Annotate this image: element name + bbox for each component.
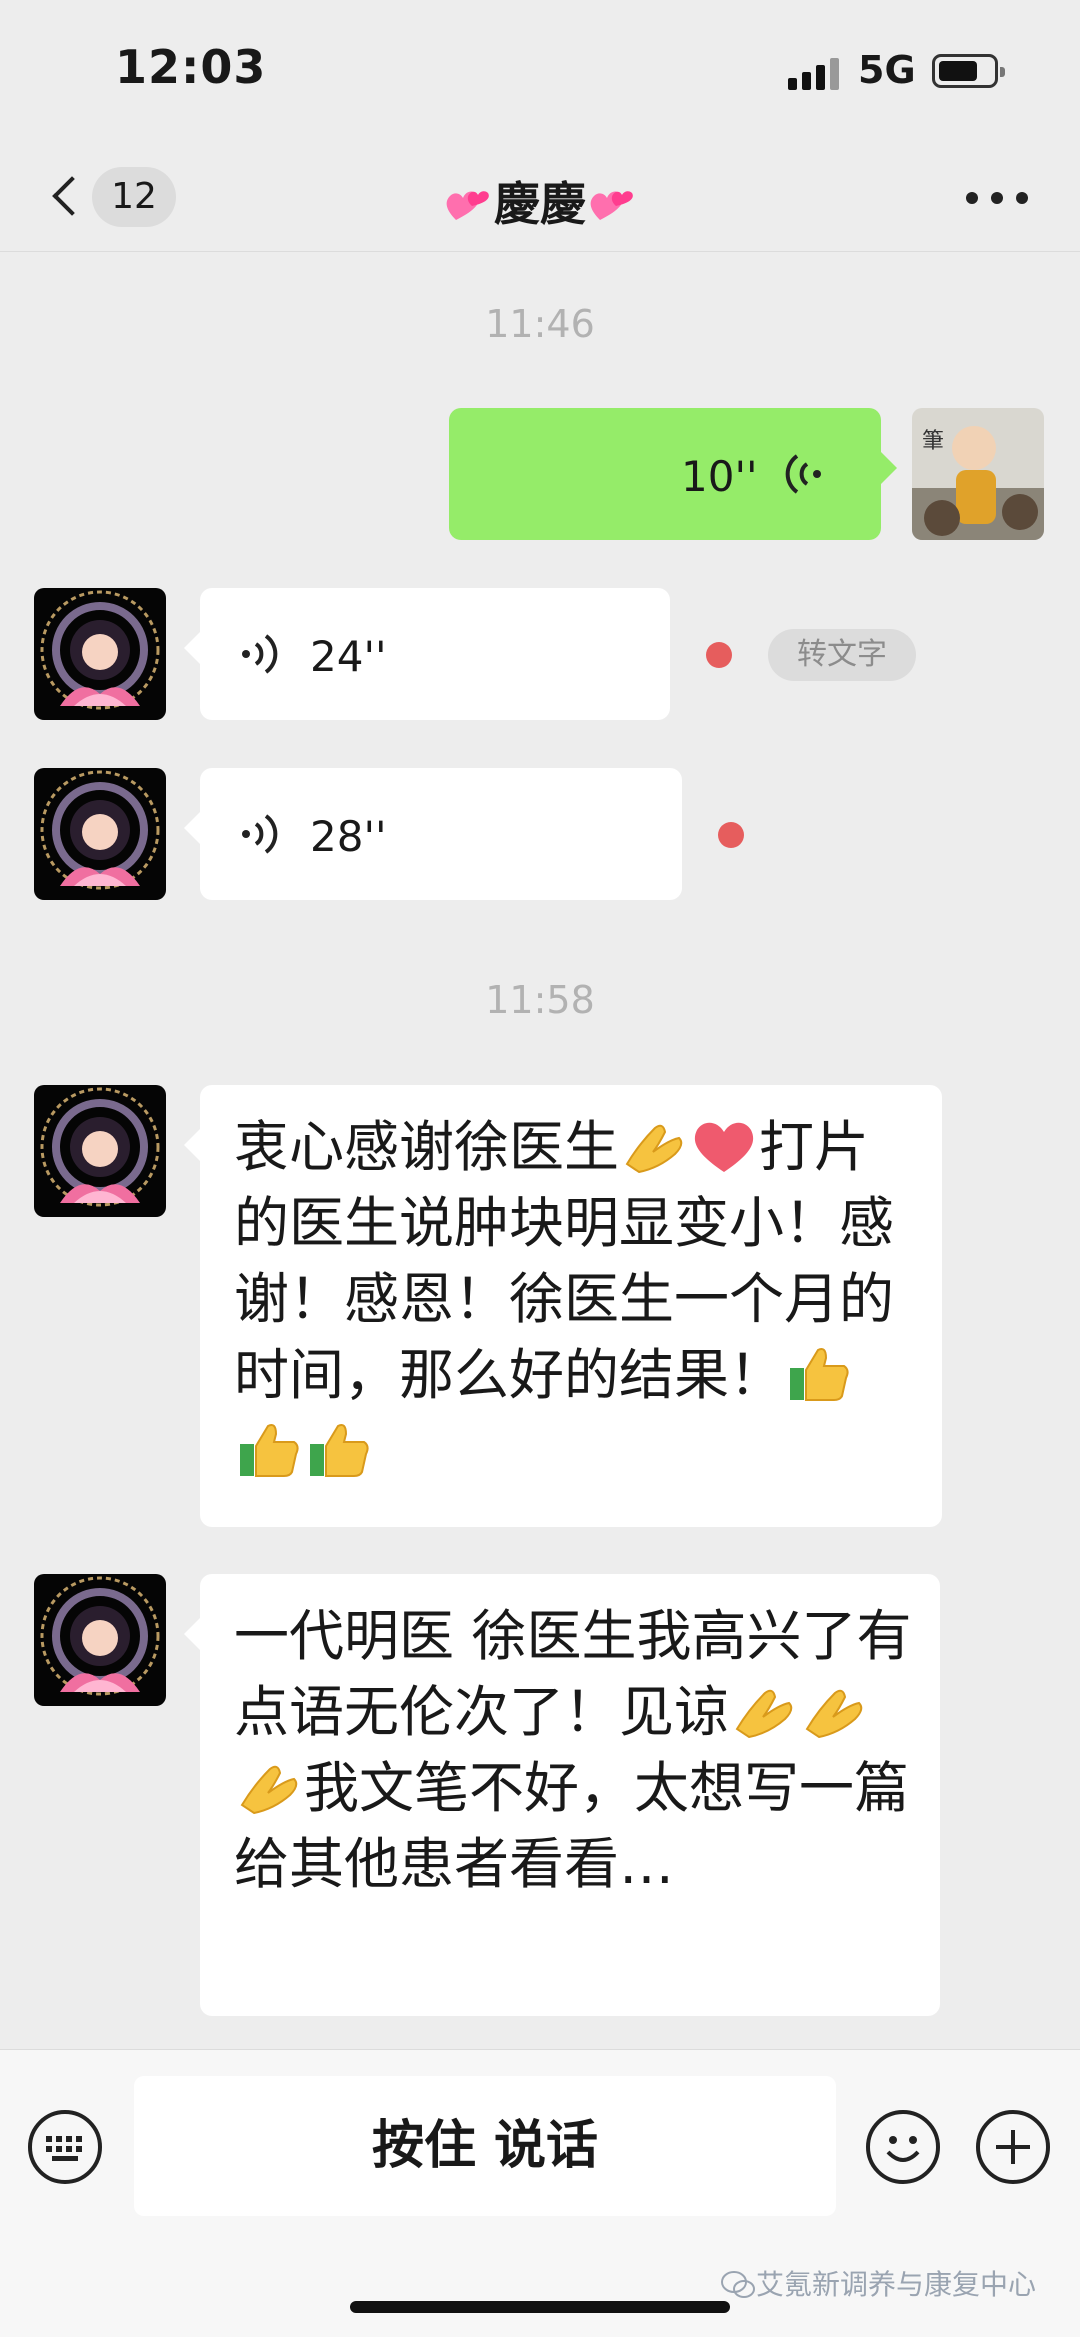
received-voice-message[interactable]: 28'' bbox=[184, 768, 682, 900]
thumbs-up-emoji-icon bbox=[310, 1424, 369, 1477]
voice-wave-icon bbox=[242, 634, 278, 674]
contact-avatar[interactable] bbox=[34, 768, 166, 900]
home-indicator bbox=[350, 2301, 730, 2313]
keyboard-icon[interactable] bbox=[28, 2110, 102, 2184]
battery-icon bbox=[932, 54, 1005, 88]
message-text: 衷心感谢徐医生 打片的医生说肿块明显变小！感谢！感恩！徐医生一个月的时间，那么好的… bbox=[234, 1109, 920, 1489]
network-type: 5G bbox=[858, 48, 916, 92]
chat-title: 慶慶 bbox=[0, 168, 1080, 234]
voice-wave-icon bbox=[785, 454, 821, 494]
svg-text:筆: 筆 bbox=[922, 429, 944, 454]
contact-avatar[interactable] bbox=[34, 1085, 166, 1217]
contact-avatar[interactable] bbox=[34, 588, 166, 720]
unplayed-dot bbox=[718, 822, 744, 848]
emoji-icon[interactable] bbox=[866, 2110, 940, 2184]
voice-wave-icon bbox=[242, 814, 278, 854]
watermark: 艾氪新调养与康复中心 bbox=[720, 2263, 1036, 2303]
voice-duration: 24'' bbox=[310, 632, 387, 681]
unplayed-dot bbox=[706, 642, 732, 668]
my-avatar[interactable]: 筆 bbox=[912, 408, 1044, 540]
status-bar: 12:03 5G bbox=[0, 0, 1080, 140]
received-text-message[interactable]: 一代明医 徐医生我高兴了有点语无伦次了！见谅我文笔不好，太想写一篇给其他患者看看… bbox=[184, 1574, 940, 2016]
message-text: 一代明医 徐医生我高兴了有点语无伦次了！见谅我文笔不好，太想写一篇给其他患者看看… bbox=[234, 1604, 912, 1896]
ok-hand-emoji-icon bbox=[805, 1689, 863, 1739]
thumbs-up-emoji-icon bbox=[790, 1348, 849, 1401]
status-time: 12:03 bbox=[115, 40, 267, 94]
voice-duration: 28'' bbox=[310, 812, 387, 861]
sparkling-heart-icon bbox=[590, 191, 633, 220]
received-voice-message[interactable]: 24'' bbox=[184, 588, 670, 720]
more-options-icon[interactable] bbox=[966, 186, 1028, 206]
sparkling-heart-icon bbox=[446, 191, 489, 220]
timestamp: 11:58 bbox=[485, 978, 595, 1022]
plus-icon[interactable] bbox=[976, 2110, 1050, 2184]
chat-title-text: 慶慶 bbox=[494, 177, 586, 231]
hold-to-talk-button[interactable]: 按住 说话 bbox=[134, 2076, 836, 2216]
chat-header: 12 慶慶 bbox=[0, 140, 1080, 252]
red-heart-emoji-icon bbox=[694, 1122, 754, 1172]
sent-voice-message[interactable]: 10'' bbox=[449, 408, 897, 540]
received-text-message[interactable]: 衷心感谢徐医生 打片的医生说肿块明显变小！感谢！感恩！徐医生一个月的时间，那么好的… bbox=[184, 1085, 942, 1527]
contact-avatar[interactable] bbox=[34, 1574, 166, 1706]
signal-icon bbox=[788, 56, 842, 90]
voice-duration: 10'' bbox=[681, 452, 758, 501]
timestamp: 11:46 bbox=[485, 302, 595, 346]
thumbs-up-emoji-icon bbox=[240, 1424, 299, 1477]
ok-hand-emoji-icon bbox=[625, 1124, 683, 1174]
ok-hand-emoji-icon bbox=[735, 1689, 793, 1739]
wechat-icon bbox=[721, 2271, 755, 2298]
ok-hand-emoji-icon bbox=[240, 1765, 298, 1815]
transcribe-button[interactable]: 转文字 bbox=[768, 629, 916, 681]
